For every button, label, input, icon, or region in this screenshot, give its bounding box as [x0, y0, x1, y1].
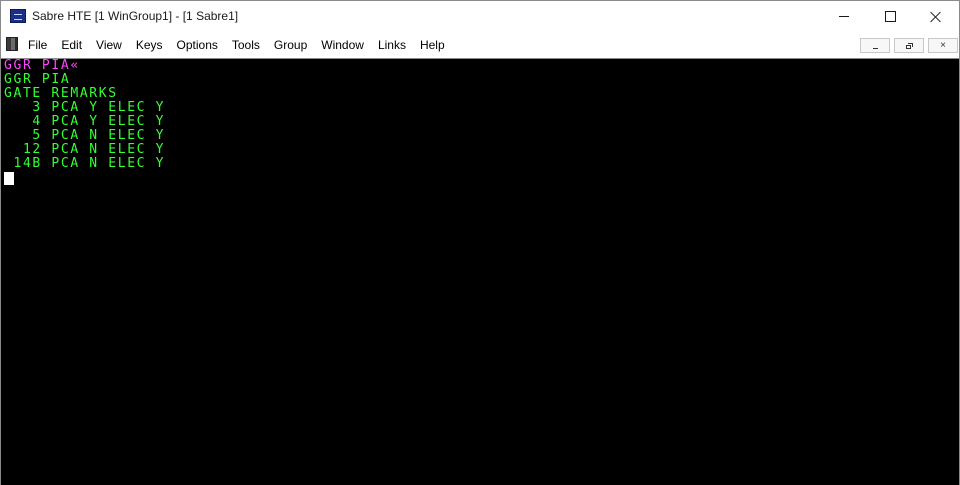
terminal-gate-row: 4 PCA Y ELEC Y [4, 114, 166, 129]
terminal-gate-row: 14B PCA N ELEC Y [4, 156, 166, 171]
terminal-menu-icon[interactable] [6, 37, 18, 51]
sabre-window: Sabre HTE [1 WinGroup1] - [1 Sabre1] Fil… [0, 0, 960, 485]
menu-edit[interactable]: Edit [54, 33, 89, 57]
menu-window[interactable]: Window [314, 33, 371, 57]
mdi-minimize-icon [872, 47, 878, 49]
terminal-echo-line: GGR PIA [4, 72, 71, 87]
terminal-gate-row: 12 PCA N ELEC Y [4, 142, 166, 157]
menu-file[interactable]: File [21, 33, 54, 57]
minimize-button[interactable] [821, 1, 867, 32]
terminal-cursor [4, 172, 14, 185]
menu-group[interactable]: Group [267, 33, 314, 57]
mdi-close-button[interactable]: × [928, 38, 958, 53]
terminal-output: GGR PIA« GGR PIA GATE REMARKS 3 PCA Y EL… [4, 59, 165, 171]
mdi-minimize-button[interactable] [860, 38, 890, 53]
terminal-gate-row: 5 PCA N ELEC Y [4, 128, 166, 143]
menu-help[interactable]: Help [413, 33, 452, 57]
menu-view[interactable]: View [89, 33, 129, 57]
mdi-close-icon: × [940, 39, 946, 51]
terminal-command-line: GGR PIA« [4, 58, 80, 73]
sabre-app-icon[interactable] [10, 9, 26, 23]
close-button[interactable] [913, 1, 959, 32]
terminal-gate-row: 3 PCA Y ELEC Y [4, 100, 166, 115]
maximize-button[interactable] [867, 1, 913, 32]
menu-bar: File Edit View Keys Options Tools Group … [1, 33, 959, 57]
close-icon [930, 11, 942, 23]
minimize-icon [839, 16, 849, 17]
title-bar[interactable]: Sabre HTE [1 WinGroup1] - [1 Sabre1] [1, 1, 959, 32]
mdi-restore-button[interactable] [894, 38, 924, 53]
menu-tools[interactable]: Tools [225, 33, 267, 57]
menu-options[interactable]: Options [170, 33, 225, 57]
window-title: Sabre HTE [1 WinGroup1] - [1 Sabre1] [32, 9, 239, 23]
terminal-screen[interactable]: GGR PIA« GGR PIA GATE REMARKS 3 PCA Y EL… [1, 58, 959, 485]
menu-items: File Edit View Keys Options Tools Group … [21, 33, 452, 57]
menu-keys[interactable]: Keys [129, 33, 170, 57]
terminal-header-line: GATE REMARKS [4, 86, 118, 101]
mdi-restore-icon [905, 42, 913, 49]
maximize-icon [884, 11, 896, 22]
menu-links[interactable]: Links [371, 33, 413, 57]
